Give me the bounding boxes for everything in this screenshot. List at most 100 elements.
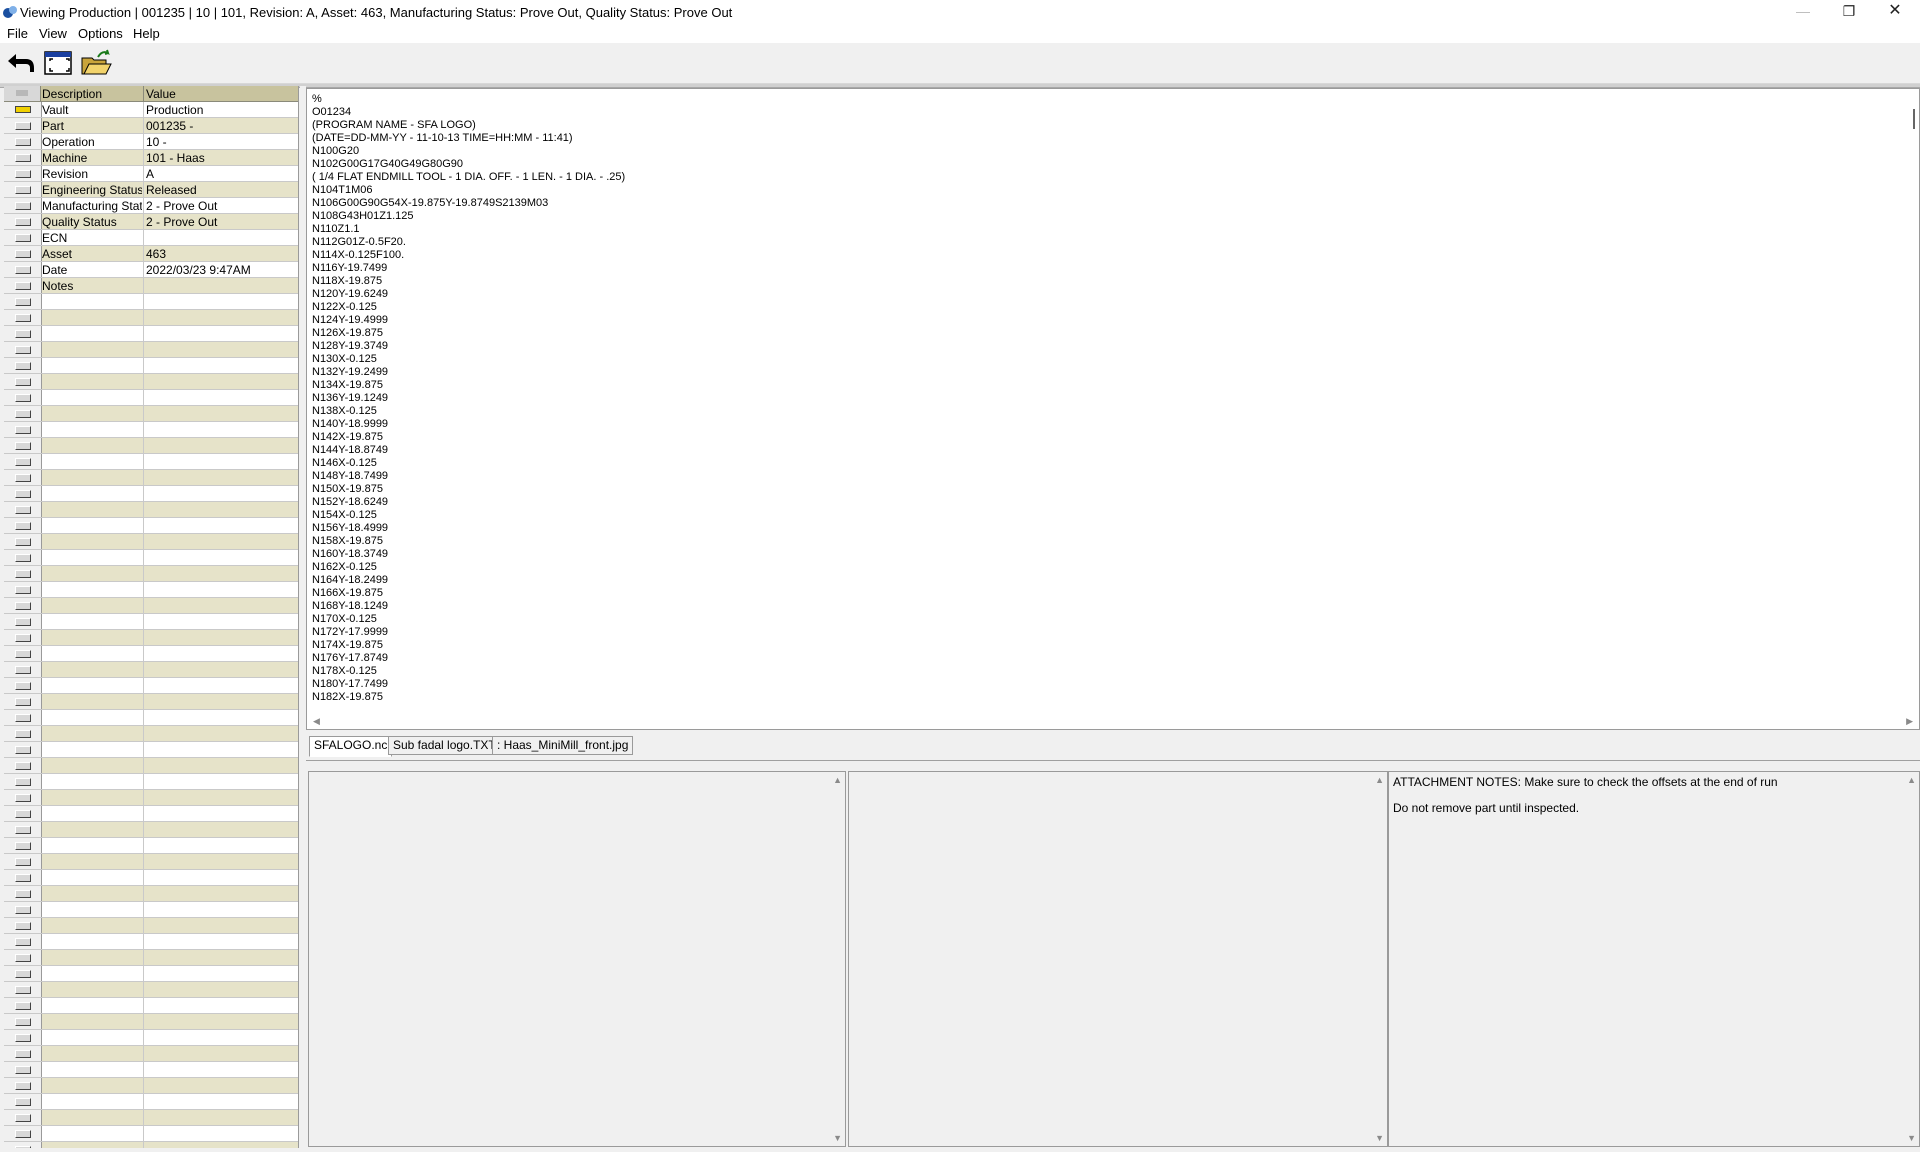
cell-value[interactable] bbox=[146, 455, 296, 469]
grid-row-empty[interactable] bbox=[4, 854, 298, 870]
cell-value[interactable] bbox=[146, 1143, 296, 1148]
row-selector[interactable] bbox=[4, 1046, 42, 1061]
row-selector[interactable] bbox=[4, 150, 42, 165]
grid-row-empty[interactable] bbox=[4, 534, 298, 550]
cell-description[interactable] bbox=[42, 439, 142, 453]
row-selector[interactable] bbox=[4, 1142, 42, 1148]
cell-description[interactable] bbox=[42, 823, 142, 837]
cell-description[interactable] bbox=[42, 903, 142, 917]
grid-row-empty[interactable] bbox=[4, 790, 298, 806]
cell-value[interactable] bbox=[146, 535, 296, 549]
cell-value[interactable] bbox=[146, 599, 296, 613]
row-selector[interactable] bbox=[4, 342, 42, 357]
cell-description[interactable]: ECN bbox=[42, 231, 142, 245]
cell-description[interactable] bbox=[42, 839, 142, 853]
grid-row-empty[interactable] bbox=[4, 1014, 298, 1030]
cell-value[interactable]: 2 - Prove Out bbox=[146, 199, 296, 213]
cell-description[interactable] bbox=[42, 343, 142, 357]
cell-value[interactable] bbox=[146, 1015, 296, 1029]
grid-row-empty[interactable] bbox=[4, 1062, 298, 1078]
cell-description[interactable] bbox=[42, 1079, 142, 1093]
cell-value[interactable] bbox=[146, 231, 296, 245]
row-selector[interactable] bbox=[4, 358, 42, 373]
row-selector[interactable] bbox=[4, 774, 42, 789]
row-selector[interactable] bbox=[4, 566, 42, 581]
cell-value[interactable] bbox=[146, 935, 296, 949]
cell-description[interactable] bbox=[42, 743, 142, 757]
cell-value[interactable] bbox=[146, 391, 296, 405]
row-selector[interactable] bbox=[4, 998, 42, 1013]
cell-value[interactable]: A bbox=[146, 167, 296, 181]
cell-description[interactable] bbox=[42, 583, 142, 597]
grid-row-empty[interactable] bbox=[4, 662, 298, 678]
row-selector[interactable] bbox=[4, 1062, 42, 1077]
cell-value[interactable]: 2022/03/23 9:47AM bbox=[146, 263, 296, 277]
row-selector[interactable] bbox=[4, 1014, 42, 1029]
cell-description[interactable]: Vault bbox=[42, 103, 142, 117]
maximize-button[interactable]: ❐ bbox=[1826, 0, 1872, 24]
row-selector[interactable] bbox=[4, 758, 42, 773]
cell-description[interactable] bbox=[42, 711, 142, 725]
cell-description[interactable] bbox=[42, 647, 142, 661]
row-selector[interactable] bbox=[4, 198, 42, 213]
row-selector[interactable] bbox=[4, 518, 42, 533]
cell-value[interactable]: 463 bbox=[146, 247, 296, 261]
row-selector[interactable] bbox=[4, 630, 42, 645]
cell-value[interactable] bbox=[146, 1111, 296, 1125]
grid-row-empty[interactable] bbox=[4, 678, 298, 694]
cell-value[interactable]: 001235 - bbox=[146, 119, 296, 133]
cell-value[interactable] bbox=[146, 887, 296, 901]
cell-value[interactable] bbox=[146, 1095, 296, 1109]
cell-value[interactable] bbox=[146, 439, 296, 453]
row-selector[interactable] bbox=[4, 1126, 42, 1141]
row-selector[interactable] bbox=[4, 182, 42, 197]
grid-row-empty[interactable] bbox=[4, 694, 298, 710]
grid-row-empty[interactable] bbox=[4, 758, 298, 774]
grid-row-empty[interactable] bbox=[4, 1078, 298, 1094]
cell-value[interactable]: Production bbox=[146, 103, 296, 117]
cell-description[interactable] bbox=[42, 679, 142, 693]
cell-value[interactable] bbox=[146, 487, 296, 501]
cell-value[interactable] bbox=[146, 679, 296, 693]
cell-value[interactable] bbox=[146, 663, 296, 677]
grid-row-empty[interactable] bbox=[4, 1046, 298, 1062]
cell-value[interactable] bbox=[146, 567, 296, 581]
row-selector[interactable] bbox=[4, 838, 42, 853]
cell-value[interactable] bbox=[146, 647, 296, 661]
preview-pane-left[interactable]: ▲ ▼ bbox=[308, 771, 846, 1147]
row-selector[interactable] bbox=[4, 246, 42, 261]
code-viewer[interactable]: % O01234 (PROGRAM NAME - SFA LOGO) (DATE=DD… bbox=[306, 88, 1920, 730]
cell-value[interactable] bbox=[146, 743, 296, 757]
fullscreen-button[interactable] bbox=[42, 48, 74, 78]
scroll-up-icon[interactable]: ▲ bbox=[833, 775, 842, 785]
row-selector[interactable] bbox=[4, 1030, 42, 1045]
grid-row-empty[interactable] bbox=[4, 1142, 298, 1148]
cell-description[interactable] bbox=[42, 295, 142, 309]
row-selector[interactable] bbox=[4, 230, 42, 245]
row-selector[interactable] bbox=[4, 678, 42, 693]
cell-value[interactable] bbox=[146, 551, 296, 565]
grid-row[interactable]: Part 001235 - bbox=[4, 118, 298, 134]
grid-row-empty[interactable] bbox=[4, 918, 298, 934]
close-button[interactable]: ✕ bbox=[1872, 0, 1918, 24]
grid-row-empty[interactable] bbox=[4, 966, 298, 982]
cell-description[interactable] bbox=[42, 375, 142, 389]
row-selector[interactable] bbox=[4, 550, 42, 565]
grid-row-empty[interactable] bbox=[4, 374, 298, 390]
grid-row-empty[interactable] bbox=[4, 950, 298, 966]
grid-row-empty[interactable] bbox=[4, 998, 298, 1014]
vertical-scroll-thumb[interactable] bbox=[1913, 109, 1915, 129]
row-selector[interactable] bbox=[4, 310, 42, 325]
menu-view[interactable]: View bbox=[39, 26, 67, 41]
grid-row-empty[interactable] bbox=[4, 502, 298, 518]
row-selector[interactable] bbox=[4, 598, 42, 613]
scroll-down-icon[interactable]: ▼ bbox=[1907, 1133, 1916, 1143]
row-selector[interactable] bbox=[4, 454, 42, 469]
cell-value[interactable] bbox=[146, 327, 296, 341]
row-selector[interactable] bbox=[4, 1094, 42, 1109]
cell-value[interactable] bbox=[146, 983, 296, 997]
scroll-down-icon[interactable]: ▼ bbox=[833, 1133, 842, 1143]
row-selector[interactable] bbox=[4, 374, 42, 389]
cell-value[interactable] bbox=[146, 727, 296, 741]
cell-value[interactable]: Released bbox=[146, 183, 296, 197]
